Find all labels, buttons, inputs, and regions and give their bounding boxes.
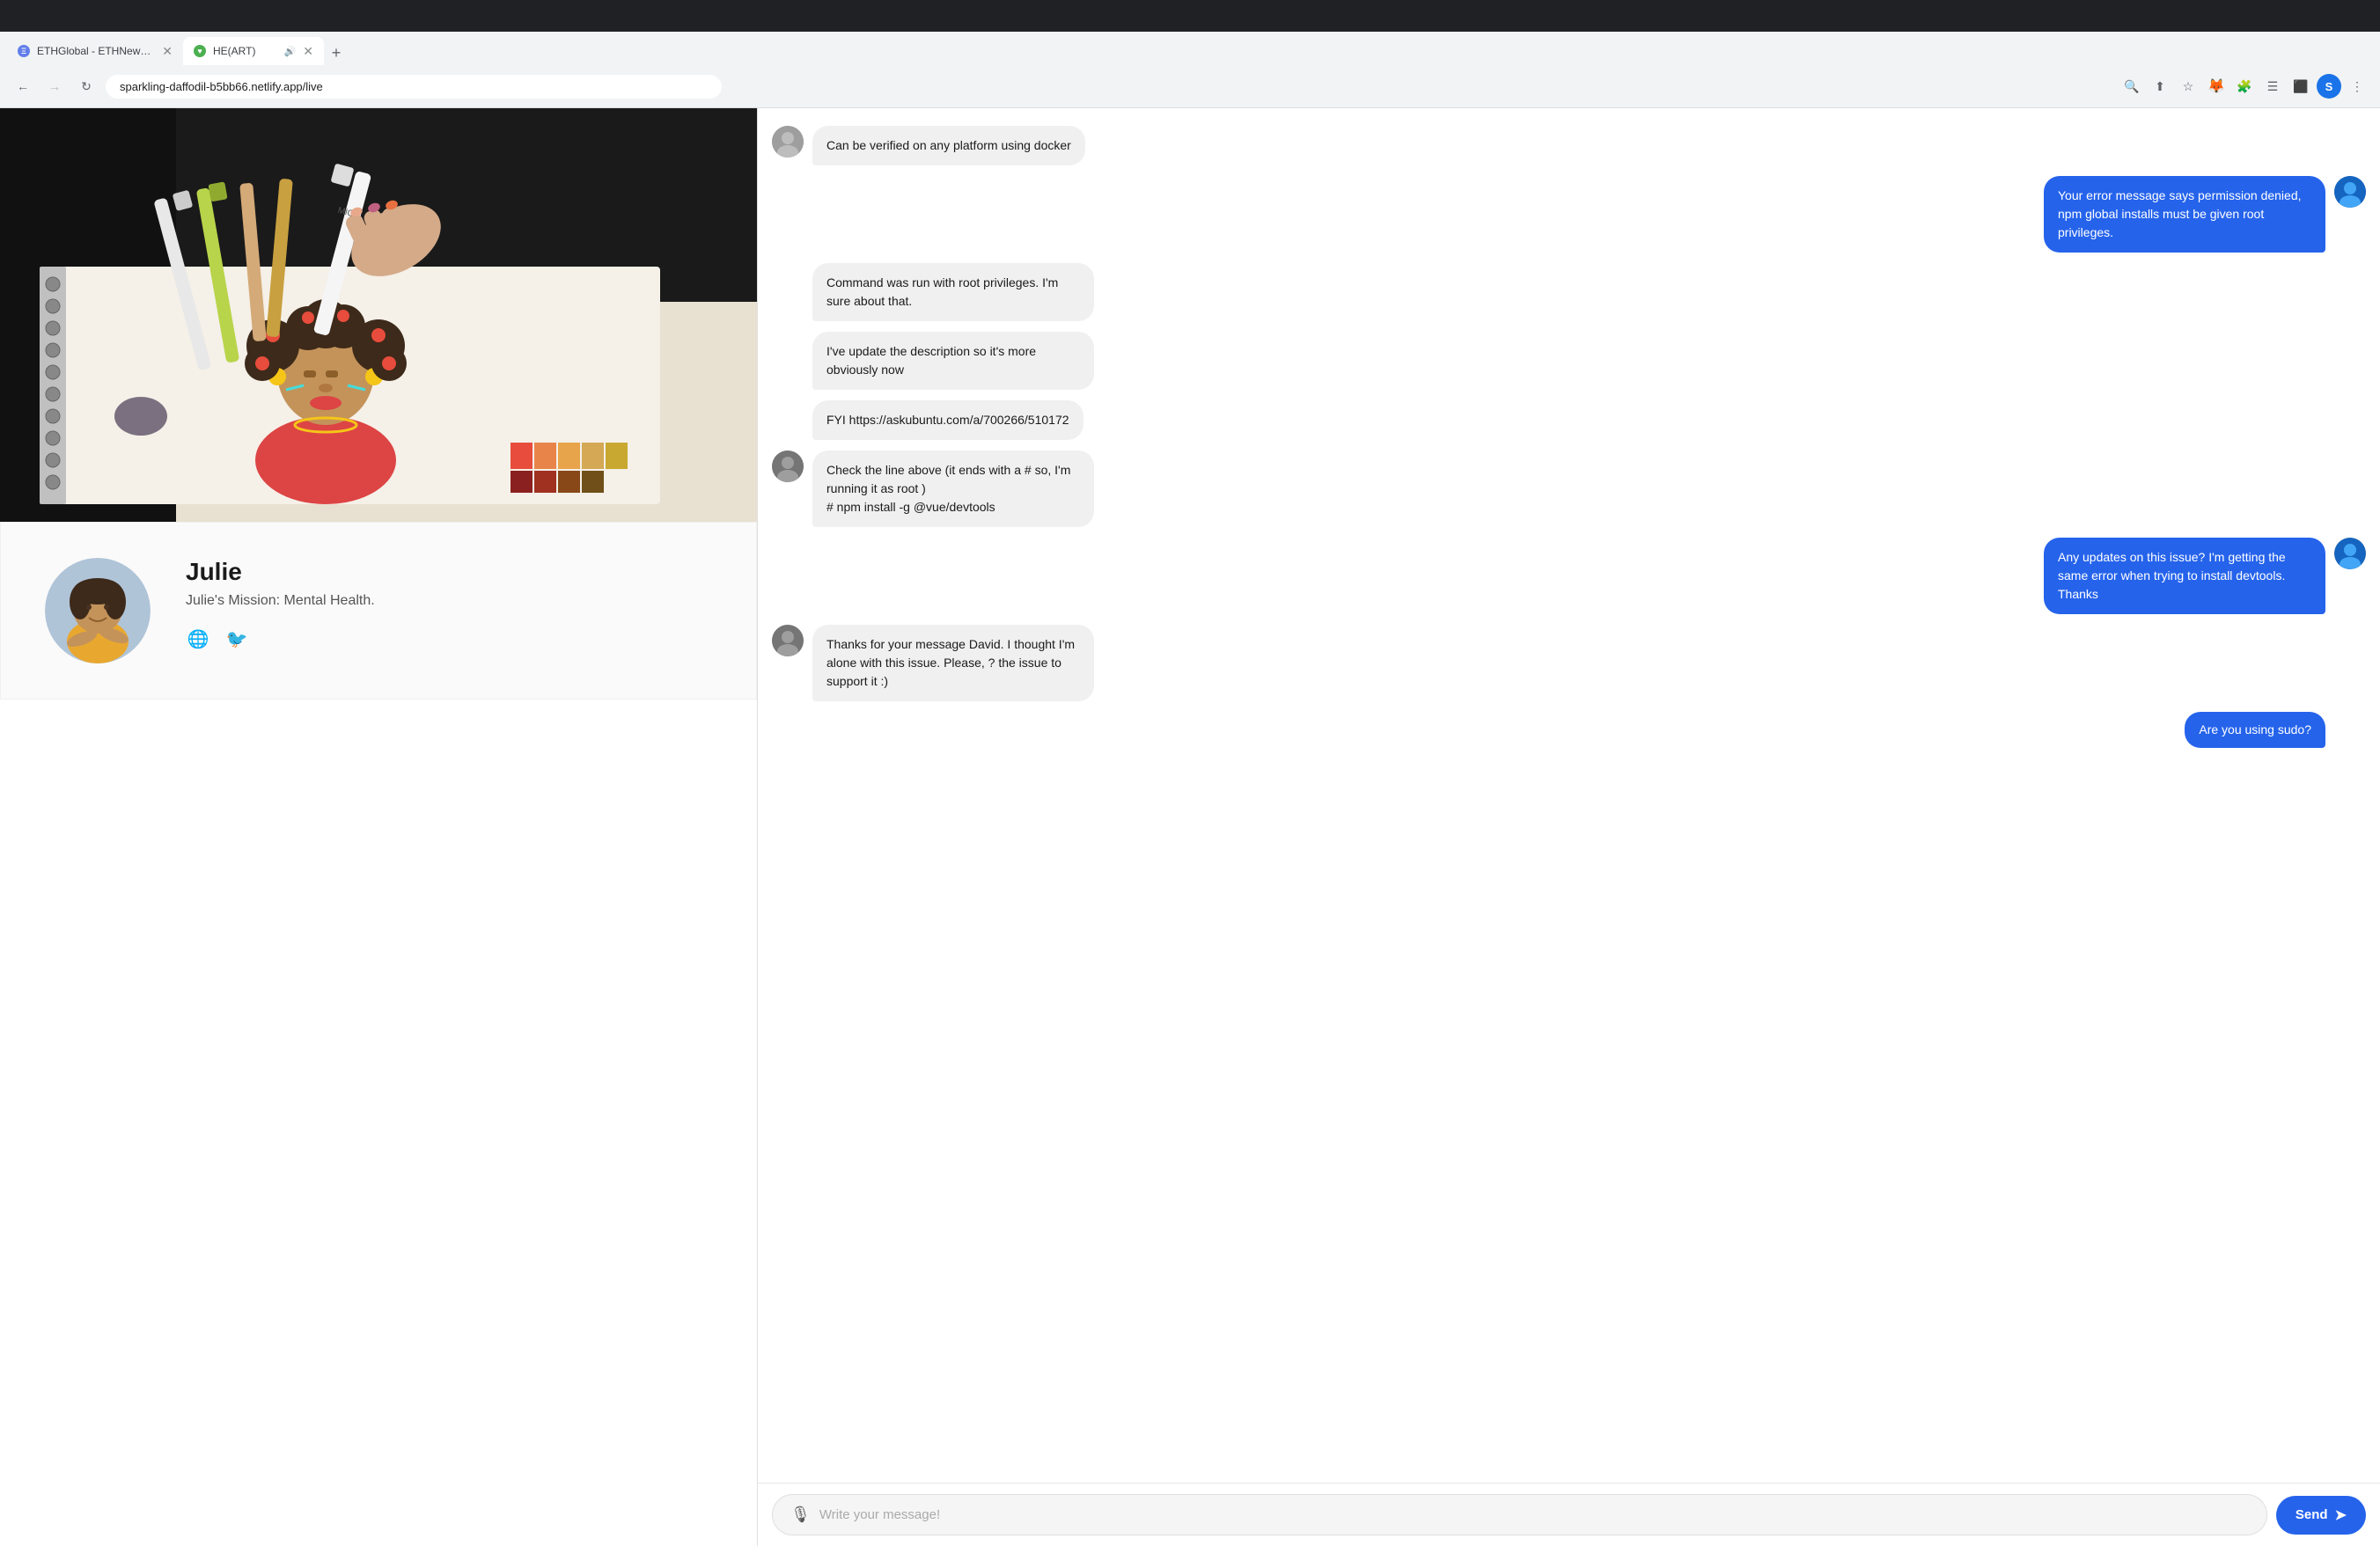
main-layout: MICR bbox=[0, 108, 2380, 1546]
message-row: FYI https://askubuntu.com/a/700266/51017… bbox=[772, 400, 2366, 440]
message-row: Check the line above (it ends with a # s… bbox=[772, 451, 2366, 527]
tab-heart[interactable]: ♥ HE(ART) 🔊 ✕ bbox=[183, 37, 324, 65]
message-row: Can be verified on any platform using do… bbox=[772, 126, 2366, 165]
browser-toolbar: 🔍 ⬆ ☆ 🦊 🧩 ☰ ⬛ S ⋮ bbox=[2119, 74, 2369, 99]
reload-button[interactable]: ↻ bbox=[74, 74, 99, 99]
message-input-box[interactable]: 🎙 Write your message! bbox=[772, 1494, 2267, 1535]
message-avatar bbox=[772, 451, 804, 482]
tab-heart-close[interactable]: ✕ bbox=[303, 44, 313, 59]
back-button[interactable]: ← bbox=[11, 74, 35, 99]
extension2-icon[interactable]: 🧩 bbox=[2232, 74, 2257, 99]
message-row: I've update the description so it's more… bbox=[772, 332, 2366, 390]
message-bubble: Command was run with root privileges. I'… bbox=[812, 263, 1094, 321]
cast-icon[interactable]: ⬛ bbox=[2288, 74, 2313, 99]
profile-button[interactable]: S bbox=[2317, 74, 2341, 99]
message-bubble: Thanks for your message David. I thought… bbox=[812, 625, 1094, 701]
menu-button[interactable]: ⋮ bbox=[2345, 74, 2369, 99]
extension3-icon[interactable]: ☰ bbox=[2260, 74, 2285, 99]
mic-icon[interactable]: 🎙 bbox=[790, 1506, 811, 1524]
browser-tabs: Ξ ETHGlobal - ETHNewYork 202... ✕ ♥ HE(A… bbox=[0, 32, 2380, 65]
browser-address-bar: ← → ↻ 🔍 ⬆ ☆ 🦊 🧩 ☰ ⬛ S ⋮ bbox=[0, 65, 2380, 107]
author-mission: Julie's Mission: Mental Health. bbox=[186, 593, 712, 609]
message-avatar bbox=[772, 625, 804, 656]
tab-audio-icon: 🔊 bbox=[284, 46, 297, 57]
message-bubble: I've update the description so it's more… bbox=[812, 332, 1094, 390]
message-row: Any updates on this issue? I'm getting t… bbox=[772, 538, 2366, 614]
input-placeholder: Write your message! bbox=[819, 1507, 940, 1522]
message-avatar-me bbox=[2334, 176, 2366, 208]
website-icon[interactable]: 🌐 bbox=[186, 626, 210, 651]
heart-favicon: ♥ bbox=[194, 45, 206, 57]
message-row: Are you using sudo? bbox=[772, 712, 2366, 748]
message-row: Command was run with root privileges. I'… bbox=[772, 263, 2366, 321]
browser-top-bar bbox=[0, 0, 2380, 32]
tab-ethglobal[interactable]: Ξ ETHGlobal - ETHNewYork 202... ✕ bbox=[7, 37, 183, 65]
chat-messages-list: Can be verified on any platform using do… bbox=[758, 108, 2380, 1483]
new-tab-button[interactable]: + bbox=[324, 40, 349, 65]
chat-input-area: 🎙 Write your message! Send ➤ bbox=[758, 1483, 2380, 1546]
forward-button[interactable]: → bbox=[42, 74, 67, 99]
message-bubble: Check the line above (it ends with a # s… bbox=[812, 451, 1094, 527]
author-name: Julie bbox=[186, 558, 712, 586]
social-icons: 🌐 🐦 bbox=[186, 626, 712, 651]
artwork-image: MICR bbox=[0, 108, 757, 522]
tab-ethglobal-title: ETHGlobal - ETHNewYork 202... bbox=[37, 45, 155, 57]
message-bubble-me-partial: Are you using sudo? bbox=[2185, 712, 2325, 748]
author-section: Julie Julie's Mission: Mental Health. 🌐 … bbox=[0, 522, 757, 700]
message-row: Your error message says permission denie… bbox=[772, 176, 2366, 253]
left-panel: MICR bbox=[0, 108, 757, 1546]
ethglobal-favicon: Ξ bbox=[18, 45, 30, 57]
send-arrow-icon: ➤ bbox=[2335, 1506, 2347, 1524]
message-bubble: FYI https://askubuntu.com/a/700266/51017… bbox=[812, 400, 1083, 440]
share-icon[interactable]: ⬆ bbox=[2148, 74, 2172, 99]
send-label: Send bbox=[2296, 1507, 2328, 1522]
author-info: Julie Julie's Mission: Mental Health. 🌐 … bbox=[186, 558, 712, 651]
bookmark-icon[interactable]: ☆ bbox=[2176, 74, 2200, 99]
message-avatar-me bbox=[2334, 538, 2366, 569]
message-bubble: Can be verified on any platform using do… bbox=[812, 126, 1085, 165]
tab-ethglobal-close[interactable]: ✕ bbox=[162, 44, 173, 59]
tab-heart-title: HE(ART) bbox=[213, 45, 277, 57]
browser-chrome: Ξ ETHGlobal - ETHNewYork 202... ✕ ♥ HE(A… bbox=[0, 0, 2380, 108]
message-bubble-me: Your error message says permission denie… bbox=[2044, 176, 2325, 253]
chat-panel: Can be verified on any platform using do… bbox=[757, 108, 2380, 1546]
extension1-icon[interactable]: 🦊 bbox=[2204, 74, 2229, 99]
message-bubble-me: Any updates on this issue? I'm getting t… bbox=[2044, 538, 2325, 614]
message-avatar bbox=[772, 126, 804, 158]
address-input[interactable] bbox=[106, 75, 722, 99]
twitter-icon[interactable]: 🐦 bbox=[224, 626, 249, 651]
search-icon[interactable]: 🔍 bbox=[2119, 74, 2144, 99]
send-button[interactable]: Send ➤ bbox=[2276, 1496, 2366, 1535]
message-row: Thanks for your message David. I thought… bbox=[772, 625, 2366, 701]
author-avatar bbox=[45, 558, 151, 663]
